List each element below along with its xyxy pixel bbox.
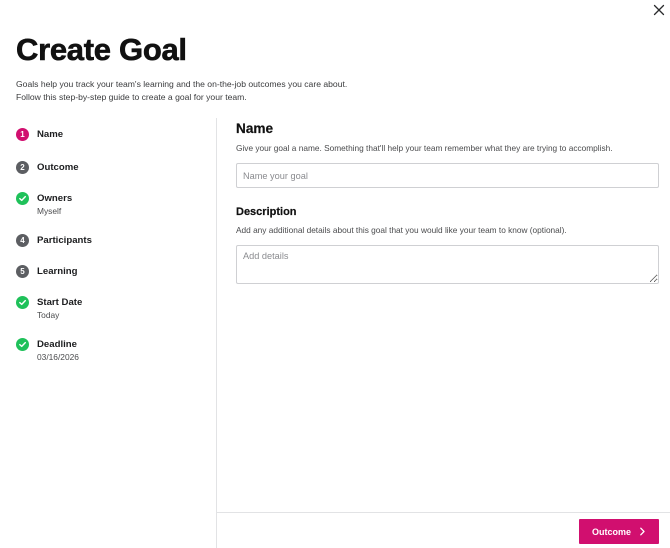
next-outcome-button[interactable]: Outcome xyxy=(579,519,659,544)
name-section-title: Name xyxy=(236,121,274,136)
step-number-badge: 2 xyxy=(16,161,29,174)
description-section: Description Add any additional details a… xyxy=(236,205,660,284)
goal-description-textarea[interactable] xyxy=(236,245,659,284)
close-button[interactable] xyxy=(652,3,666,17)
step-number-badge: 5 xyxy=(16,265,29,278)
step-learning[interactable]: 5 Learning xyxy=(16,265,78,278)
description-section-description: Add any additional details about this go… xyxy=(236,225,567,235)
close-icon xyxy=(653,4,665,16)
check-icon xyxy=(16,338,29,351)
subtitle-line-1: Goals help you track your team's learnin… xyxy=(16,79,348,89)
create-goal-dialog: Create Goal Goals help you track your te… xyxy=(0,0,670,548)
description-section-title: Description xyxy=(236,206,297,218)
chevron-right-icon xyxy=(639,527,646,536)
vertical-divider xyxy=(216,118,217,548)
step-label: Owners xyxy=(37,193,73,204)
step-start-date[interactable]: Start Date Today xyxy=(16,296,82,321)
name-section: Name Give your goal a name. Something th… xyxy=(236,120,660,188)
step-value: Today xyxy=(37,310,60,320)
step-participants[interactable]: 4 Participants xyxy=(16,234,92,247)
step-label: Deadline xyxy=(37,339,77,350)
step-deadline[interactable]: Deadline 03/16/2026 xyxy=(16,338,79,363)
check-icon xyxy=(16,296,29,309)
step-outcome[interactable]: 2 Outcome xyxy=(16,161,79,174)
page-subtitle: Goals help you track your team's learnin… xyxy=(16,78,654,103)
step-value: Myself xyxy=(37,206,62,216)
step-label: Name xyxy=(37,129,64,140)
step-label: Start Date xyxy=(37,297,83,308)
step-label: Outcome xyxy=(37,162,79,173)
step-value: 03/16/2026 xyxy=(37,352,79,362)
dialog-header: Create Goal Goals help you track your te… xyxy=(16,30,654,103)
next-button-label: Outcome xyxy=(591,526,631,537)
check-icon xyxy=(16,192,29,205)
subtitle-line-2: Follow this step-by-step guide to create… xyxy=(16,91,247,102)
step-number-badge: 4 xyxy=(16,234,29,247)
step-owners[interactable]: Owners Myself xyxy=(16,192,72,217)
step-label: Learning xyxy=(37,266,78,277)
name-section-description: Give your goal a name. Something that'll… xyxy=(236,143,613,153)
page-title: Create Goal xyxy=(16,32,188,68)
footer-divider xyxy=(217,512,670,513)
goal-name-input[interactable] xyxy=(236,163,659,188)
step-number-badge: 1 xyxy=(16,128,29,141)
step-name[interactable]: 1 Name xyxy=(16,128,63,141)
goal-form: Name Give your goal a name. Something th… xyxy=(236,120,660,284)
step-label: Participants xyxy=(37,235,92,246)
